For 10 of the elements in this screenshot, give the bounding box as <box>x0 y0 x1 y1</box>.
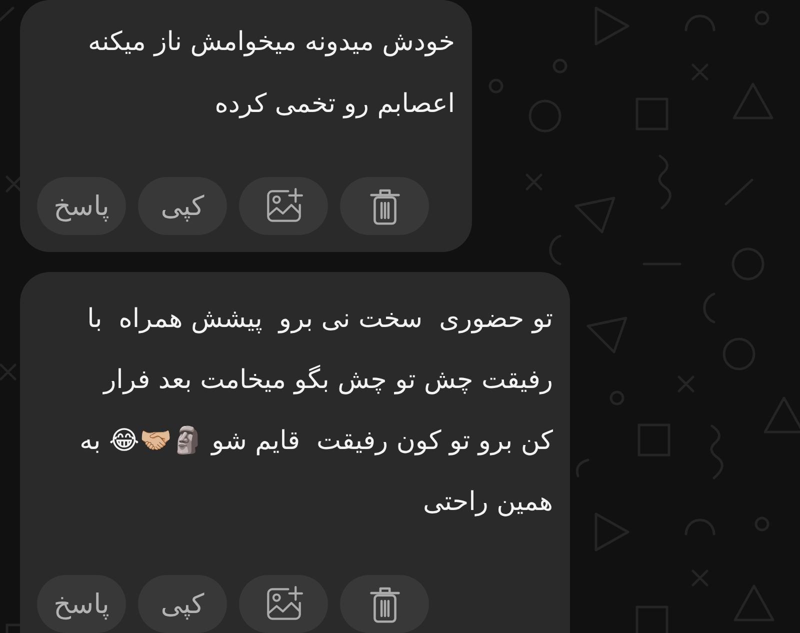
reply-button[interactable]: پاسخ <box>37 177 126 235</box>
add-image-icon <box>264 586 302 622</box>
add-image-icon <box>264 188 302 224</box>
copy-button[interactable]: کپی <box>138 575 227 633</box>
trash-icon <box>368 186 400 226</box>
message-text: تو حضوری سخت نی برو پیشش همراه با رفیقت چش تو چش بگو میخامت بعد فرار کن برو تو کون رفیقت قایم شو 🗿🤝🏼😂 به همین راحتی <box>78 303 553 519</box>
trash-icon <box>368 584 400 624</box>
message-text: خودش میدونه میخوامش ناز میکنه اعصابم رو تخمی کرده <box>87 26 455 121</box>
copy-button[interactable]: کپی <box>138 177 227 235</box>
reply-button[interactable]: پاسخ <box>37 575 126 633</box>
